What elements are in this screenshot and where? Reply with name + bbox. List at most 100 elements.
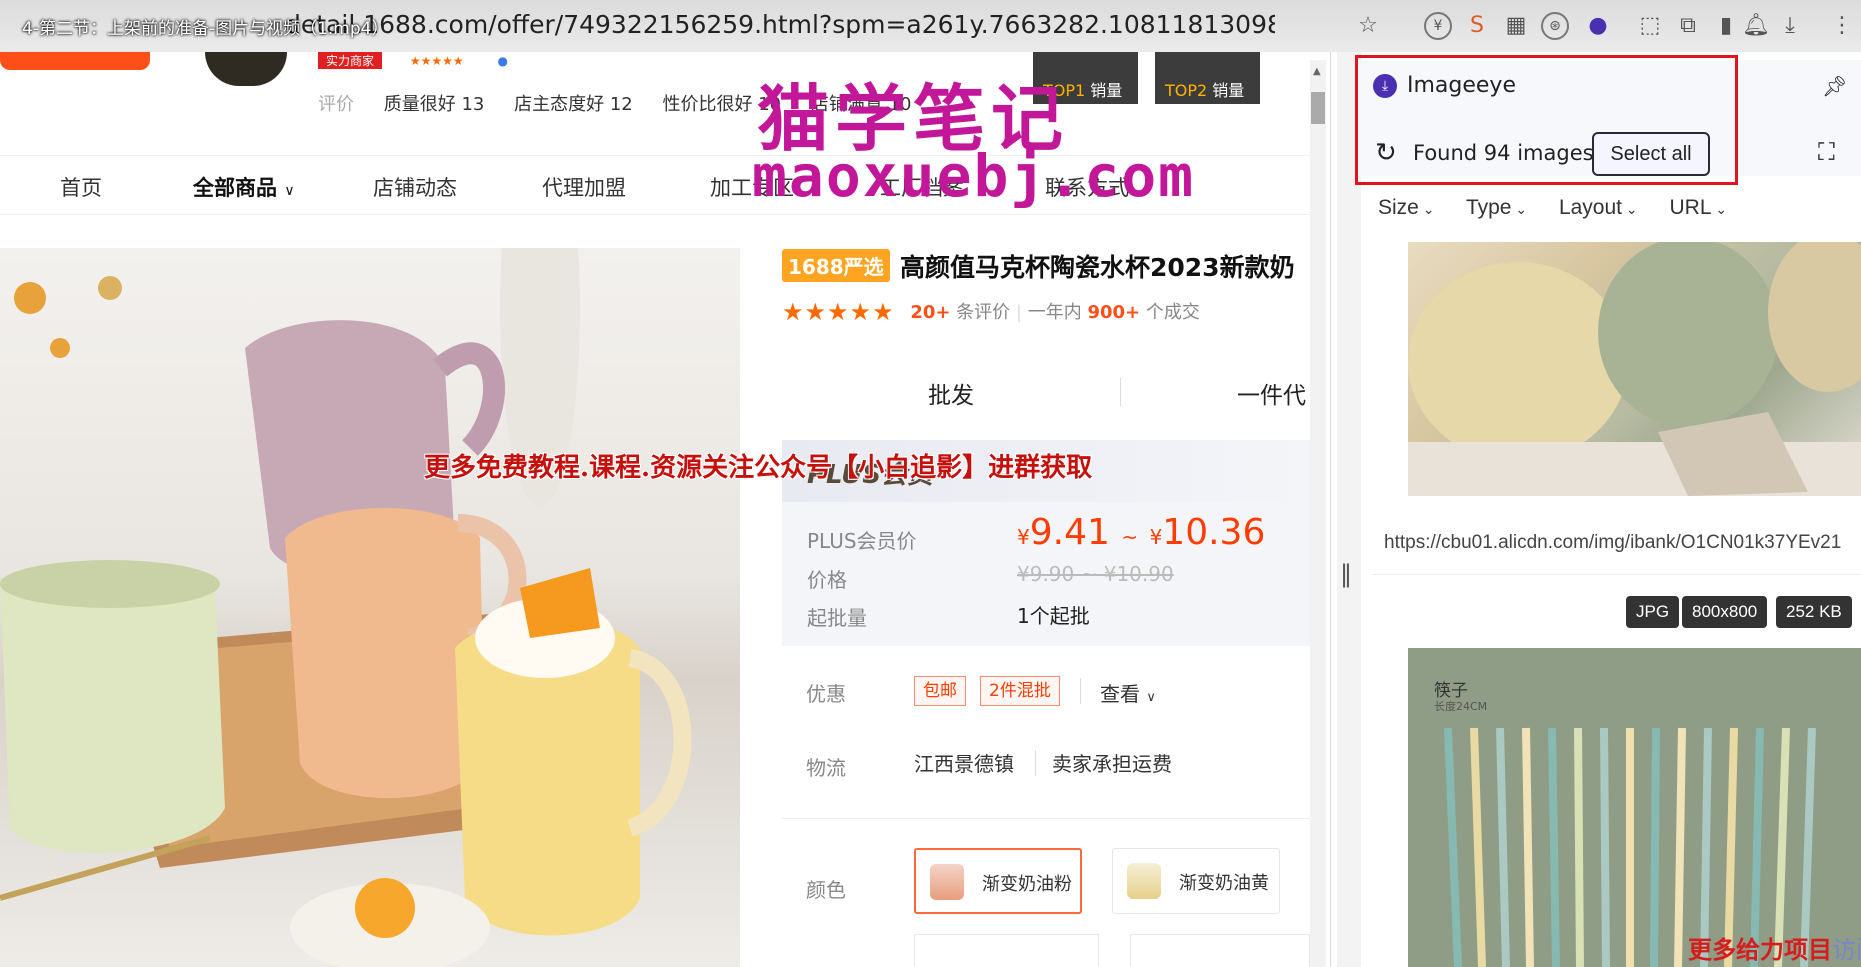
plus-price-low: 9.41 <box>1029 512 1110 553</box>
menu-icon[interactable]: ⋮ <box>1828 12 1856 40</box>
bottom-watermark-link: 访问 <box>1832 936 1861 964</box>
top2-badge[interactable]: TOP2 销量 <box>1155 52 1260 104</box>
top2-text: 销量 <box>1212 81 1245 100</box>
promo-label: 优惠 <box>806 682 846 706</box>
image-dimensions-badge: 800x800 <box>1682 596 1768 628</box>
translate-extension-icon[interactable]: ⊛ <box>1541 12 1569 40</box>
filter-type[interactable]: Type <box>1466 196 1527 219</box>
image-caption-sub: 长度24CM <box>1434 700 1488 713</box>
plus-price-label: PLUS会员价 <box>807 529 917 553</box>
pin-icon[interactable]: 📌︎ <box>1822 74 1847 98</box>
filter-url[interactable]: URL <box>1669 196 1727 219</box>
see-more-label: 查看 <box>1100 682 1140 706</box>
original-price: ¥9.90 ~ ¥10.90 <box>1017 562 1174 586</box>
nav-home[interactable]: 首页 <box>60 172 102 202</box>
highlight-box <box>1355 55 1738 185</box>
sold-count: 900+ <box>1087 302 1141 323</box>
tab-dropship[interactable]: 一件代 <box>1237 376 1306 410</box>
bottom-watermark-text: 更多给力项目 <box>1688 935 1832 964</box>
address-bar[interactable]: detail.1688.com/offer/749322156259.html?… <box>285 10 1275 39</box>
nav-shop-news[interactable]: 店铺动态 <box>373 172 457 202</box>
tab-divider <box>1120 378 1121 406</box>
filter-bar: Size Type Layout URL <box>1378 196 1753 226</box>
mugs-illustration <box>0 248 692 967</box>
filter-layout[interactable]: Layout <box>1559 196 1638 219</box>
s-extension-icon[interactable]: S <box>1463 12 1491 40</box>
bookmark-star-icon[interactable]: ☆ <box>1354 12 1382 40</box>
image-card-thumbnail[interactable] <box>1408 232 1861 496</box>
pots-illustration <box>1408 232 1861 496</box>
divider <box>1035 750 1036 776</box>
image-size-badge: 252 KB <box>1776 596 1852 628</box>
rating-row: ★★★★★ 20+ 条评价 | 一年内 900+ 个成交 <box>782 298 1200 326</box>
nav-agency[interactable]: 代理加盟 <box>542 172 626 202</box>
filter-size[interactable]: Size <box>1378 196 1434 219</box>
coupon-free-shipping[interactable]: 包邮 <box>914 676 966 706</box>
drag-handle-icon[interactable]: ‖ <box>1340 560 1352 588</box>
see-more-button[interactable]: 查看 ∨ <box>1100 678 1156 707</box>
nav-all-products-label: 全部商品 <box>193 176 277 200</box>
plus-price: ¥9.41 ~ ¥10.36 <box>1017 512 1266 553</box>
image-card-url[interactable]: https://cbu01.alicdn.com/img/ibank/O1CN0… <box>1384 532 1861 554</box>
currency-symbol: ¥ <box>1149 525 1163 549</box>
video-title-overlay: 4-第二节：上架前的准备-图片与视频（1.mp4） <box>22 19 389 39</box>
top1-text: 销量 <box>1090 81 1123 100</box>
divider <box>1080 678 1081 704</box>
panel-splitter[interactable] <box>1337 52 1361 967</box>
nav-all-products[interactable]: 全部商品 ∨ <box>193 172 295 202</box>
image-format-badge: JPG <box>1626 596 1680 628</box>
sold-prefix: 一年内 <box>1027 302 1082 323</box>
rating-suffix[interactable]: 条评价 <box>956 302 1010 323</box>
bottom-watermark: 更多给力项目访问 <box>1688 930 1861 965</box>
notification-icon[interactable]: 🔔︎ <box>1742 12 1770 40</box>
divider <box>782 818 1310 819</box>
shop-logo[interactable] <box>0 52 150 70</box>
color-swatch <box>1127 863 1161 899</box>
shop-score: 质量很好 13 <box>383 94 485 115</box>
page-scrollbar[interactable] <box>1310 60 1326 967</box>
image-card-thumbnail[interactable] <box>1408 648 1861 967</box>
color-option[interactable] <box>1130 934 1310 967</box>
strict-selection-badge: 1688严选 <box>782 249 890 282</box>
coupon-mixed-batch[interactable]: 2件混批 <box>980 676 1060 706</box>
color-option-pink[interactable]: 渐变奶油粉 <box>914 848 1082 914</box>
scrollbar-thumb[interactable] <box>1311 92 1325 124</box>
promo-banner-overlay: 更多免费教程.课程.资源关注公众号【小白追影】进群获取 <box>424 453 1093 483</box>
product-main-image[interactable] <box>0 248 740 967</box>
color-option[interactable] <box>914 934 1099 967</box>
qr-code-icon[interactable]: ▦ <box>1502 12 1530 40</box>
watermark-url: maoxuebj.com <box>752 142 1196 210</box>
rating-stars-icon: ★★★★★ <box>782 298 895 326</box>
color-option-yellow[interactable]: 渐变奶油黄 <box>1112 848 1280 914</box>
moq-label: 起批量 <box>807 606 867 630</box>
color-name: 渐变奶油黄 <box>1179 873 1269 894</box>
rating-count[interactable]: 20+ <box>910 302 950 323</box>
shipping-origin: 江西景德镇 <box>914 752 1014 776</box>
share-icon[interactable]: ⧉ <box>1674 12 1702 40</box>
shipping-fee: 卖家承担运费 <box>1052 752 1172 776</box>
imageeye-extension-icon[interactable]: ● <box>1584 12 1612 40</box>
chevron-down-icon: ∨ <box>284 183 295 199</box>
tab-wholesale[interactable]: 批发 <box>928 376 974 410</box>
extensions-icon[interactable]: ▮ <box>1712 12 1740 40</box>
sold-suffix: 个成交 <box>1145 302 1200 323</box>
logistics-label: 物流 <box>806 756 846 780</box>
currency-symbol: ¥ <box>1017 525 1030 549</box>
verified-badge-icon: ● <box>497 54 508 68</box>
chevron-down-icon: ∨ <box>1146 690 1156 705</box>
plus-price-high: 10.36 <box>1162 512 1266 553</box>
browser-toolbar: detail.1688.com/offer/749322156259.html?… <box>0 0 1861 52</box>
color-label: 颜色 <box>806 878 846 902</box>
scroll-up-icon[interactable]: ▲ <box>1313 66 1321 77</box>
color-swatch <box>930 864 964 900</box>
download-icon[interactable]: ⤓ <box>1776 12 1804 40</box>
shop-score: 店主态度好 12 <box>514 94 633 115</box>
color-name: 渐变奶油粉 <box>982 874 1072 895</box>
area-select-icon[interactable]: ⛶ <box>1818 138 1835 166</box>
price-label: 价格 <box>807 568 847 592</box>
shop-avatar[interactable] <box>205 52 287 86</box>
yen-extension-icon[interactable]: ¥ <box>1424 12 1452 40</box>
top2-rank: TOP2 <box>1165 81 1208 100</box>
screenshot-icon[interactable]: ⬚ <box>1636 12 1664 40</box>
shop-stars-icon: ★★★★★ <box>409 54 464 68</box>
